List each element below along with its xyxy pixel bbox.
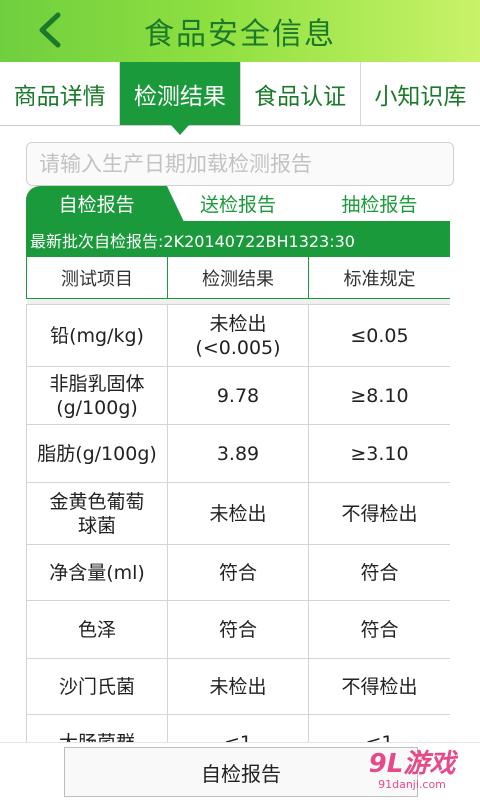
table-row: 脂肪(g/100g) 3.89 ≥3.10: [26, 424, 450, 483]
cell-result: 3.89: [167, 424, 309, 483]
cell-standard: 不得检出: [308, 658, 450, 715]
production-date-input[interactable]: [39, 152, 453, 176]
cell-test-item: 铅(mg/kg): [26, 304, 168, 367]
cell-test-item: 脂肪(g/100g): [26, 424, 168, 483]
cell-result: 符合: [167, 600, 309, 659]
results-table: 测试项目 检测结果 标准规定 铅(mg/kg) 未检出 (<0.005) ≤0.…: [26, 256, 450, 742]
cell-standard: 不得检出: [308, 482, 450, 545]
table-row: 金黄色葡萄 球菌 未检出 不得检出: [26, 482, 450, 545]
cell-result: 符合: [167, 544, 309, 601]
table-row: 铅(mg/kg) 未检出 (<0.005) ≤0.05: [26, 304, 450, 367]
cell-test-item: 大肠菌群: [26, 714, 168, 742]
back-button[interactable]: [28, 8, 72, 52]
header-bar: 食品安全信息: [0, 0, 480, 62]
table-row: 色泽 符合 符合: [26, 600, 450, 659]
watermark-url: 91danji.com: [378, 777, 446, 791]
production-date-search: [26, 142, 454, 186]
cell-result: 9.78: [167, 366, 309, 425]
tab-product-details[interactable]: 商品详情: [0, 62, 121, 125]
table-row: 净含量(ml) 符合 符合: [26, 544, 450, 601]
report-tabs: 自检报告 送检报告 抽检报告: [26, 186, 450, 224]
cell-test-item: 沙门氏菌: [26, 658, 168, 715]
watermark-logo: 9L游戏: [368, 748, 456, 779]
main-tabs: 商品详情 检测结果 食品认证 小知识库: [0, 62, 480, 126]
table-row: 大肠菌群 ≤1 ≤1: [26, 714, 450, 742]
cell-standard: ≤1: [308, 714, 450, 742]
cell-standard: 符合: [308, 600, 450, 659]
column-header-test-item: 测试项目: [26, 256, 168, 299]
cell-standard: ≥3.10: [308, 424, 450, 483]
tab-submitted-inspection-report[interactable]: 送检报告: [167, 186, 308, 221]
cell-test-item: 金黄色葡萄 球菌: [26, 482, 168, 545]
tab-test-results[interactable]: 检测结果: [120, 62, 241, 125]
page-title: 食品安全信息: [144, 17, 336, 52]
cell-result: 未检出: [167, 482, 309, 545]
latest-batch-info: 最新批次自检报告:2K20140722BH1323:30: [26, 224, 450, 256]
cell-result: 未检出 (<0.005): [167, 304, 309, 367]
cell-test-item: 非脂乳固体 (g/100g): [26, 366, 168, 425]
cell-standard: 符合: [308, 544, 450, 601]
cell-standard: ≤0.05: [308, 304, 450, 367]
cell-standard: ≥8.10: [308, 366, 450, 425]
table-header-row: 测试项目 检测结果 标准规定: [26, 256, 450, 299]
cell-result: ≤1: [167, 714, 309, 742]
cell-test-item: 净含量(ml): [26, 544, 168, 601]
tab-food-certification[interactable]: 食品认证: [241, 62, 361, 125]
tab-self-inspection-report[interactable]: 自检报告: [26, 186, 186, 224]
results-table-container[interactable]: 测试项目 检测结果 标准规定 铅(mg/kg) 未检出 (<0.005) ≤0.…: [26, 256, 450, 742]
table-row: 沙门氏菌 未检出 不得检出: [26, 658, 450, 715]
tab-sampling-inspection-report[interactable]: 抽检报告: [309, 186, 450, 221]
tab-knowledge-base[interactable]: 小知识库: [361, 62, 480, 125]
site-watermark: 9L游戏 91danji.com: [352, 744, 472, 796]
table-row: 非脂乳固体 (g/100g) 9.78 ≥8.10: [26, 366, 450, 425]
cell-result: 未检出: [167, 658, 309, 715]
cell-test-item: 色泽: [26, 600, 168, 659]
column-header-result: 检测结果: [167, 256, 309, 299]
column-header-standard: 标准规定: [308, 256, 450, 299]
chevron-left-icon: [39, 12, 61, 48]
